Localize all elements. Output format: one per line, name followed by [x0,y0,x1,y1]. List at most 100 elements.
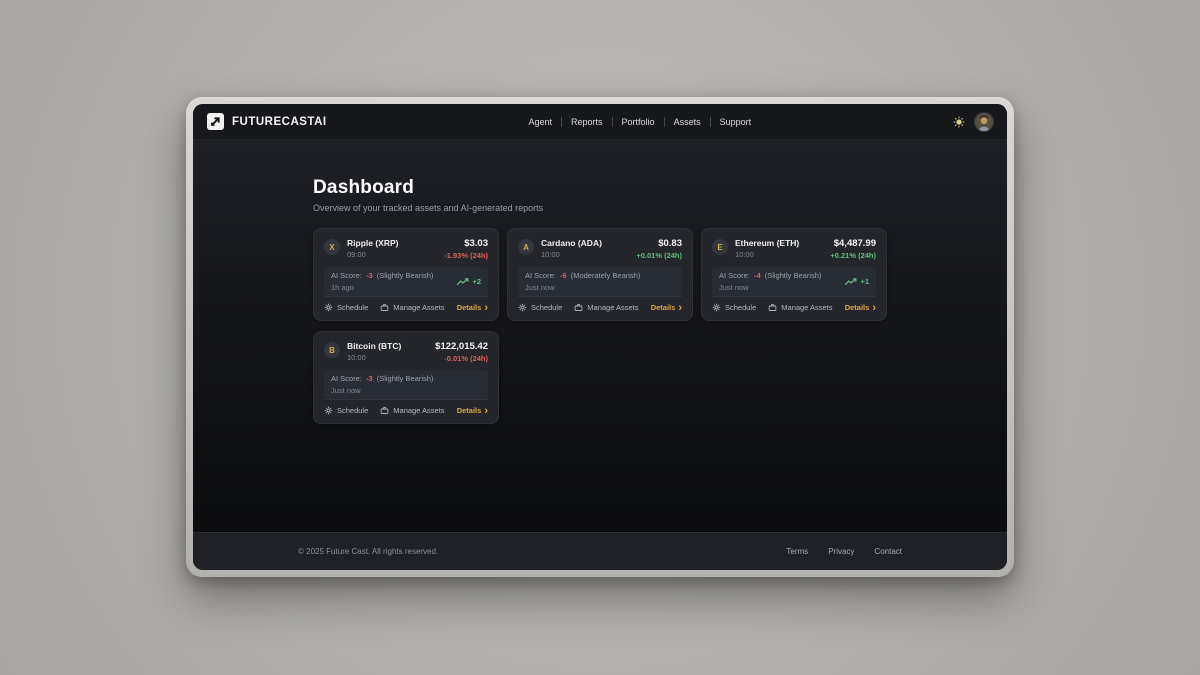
chevron-right-icon: › [484,408,488,414]
gear-icon [324,406,333,415]
main-nav: Agent Reports Portfolio Assets Support [327,117,953,127]
asset-time: 09:00 [347,250,437,259]
details-button[interactable]: Details › [457,406,488,415]
ai-score-label: AI Score: [331,374,362,383]
asset-change: +0.21% (24h) [830,251,876,260]
briefcase-icon [574,303,583,312]
ai-score-value: -4 [752,271,763,280]
briefcase-icon [380,303,389,312]
asset-name: Ethereum (ETH) [735,238,823,248]
top-navigation-bar: FUTURECASTAI Agent Reports Portfolio Ass… [193,104,1007,140]
chevron-right-icon: › [872,305,876,311]
card-actions: Schedule Manage Assets Details › [712,296,876,312]
coin-icon-btc: B [324,342,340,358]
briefcase-icon [768,303,777,312]
chevron-right-icon: › [678,305,682,311]
manage-assets-button[interactable]: Manage Assets [380,406,444,415]
ai-score-panel: AI Score: -3 (Slightly Bearish) 1h ago [324,267,488,296]
ai-updated: Just now [719,283,821,292]
nav-item-portfolio[interactable]: Portfolio [613,117,664,127]
ai-score-panel: AI Score: -3 (Slightly Bearish) Just now [324,370,488,399]
card-header: A Cardano (ADA) 10:00 $0.83 +0.01% (24h) [518,238,682,260]
ai-sentiment: (Slightly Bearish) [377,374,434,383]
ai-score-panel: AI Score: -6 (Moderately Bearish) Just n… [518,267,682,296]
asset-card-grid: X Ripple (XRP) 09:00 $3.03 -1.93% (24h) [313,228,887,424]
ai-score-value: -3 [364,271,375,280]
asset-price: $122,015.42 [435,341,488,352]
trend-badge: +1 [844,277,869,286]
main-content: Dashboard Overview of your tracked asset… [193,140,1007,532]
copyright-text: © 2025 Future Cast. All rights reserved. [298,547,438,556]
schedule-button[interactable]: Schedule [324,303,368,312]
asset-change: +0.01% (24h) [636,251,682,260]
brand-logo-icon [207,113,224,130]
trend-value: +2 [472,277,481,286]
asset-time: 10:00 [735,250,823,259]
trend-value: +1 [860,277,869,286]
manage-assets-button[interactable]: Manage Assets [574,303,638,312]
ai-updated: Just now [525,283,640,292]
gear-icon [324,303,333,312]
asset-change: -1.93% (24h) [444,251,488,260]
trending-up-icon [844,278,857,286]
theme-toggle-sun-icon[interactable] [953,116,965,128]
ai-updated: Just now [331,386,433,395]
details-button[interactable]: Details › [457,303,488,312]
asset-name: Bitcoin (BTC) [347,341,428,351]
ai-score-label: AI Score: [719,271,750,280]
manage-assets-button[interactable]: Manage Assets [380,303,444,312]
topbar-right [953,113,993,131]
nav-item-agent[interactable]: Agent [519,117,561,127]
asset-price: $4,487.99 [830,238,876,249]
app-surface: FUTURECASTAI Agent Reports Portfolio Ass… [193,104,1007,570]
footer-link-contact[interactable]: Contact [874,547,902,556]
coin-icon-ada: A [518,239,534,255]
asset-price: $0.83 [636,238,682,249]
card-header: E Ethereum (ETH) 10:00 $4,487.99 +0.21% … [712,238,876,260]
asset-card-cardano: A Cardano (ADA) 10:00 $0.83 +0.01% (24h) [507,228,693,321]
asset-name: Cardano (ADA) [541,238,629,248]
ai-score-panel: AI Score: -4 (Slightly Bearish) Just now [712,267,876,296]
schedule-button[interactable]: Schedule [324,406,368,415]
asset-card-bitcoin: B Bitcoin (BTC) 10:00 $122,015.42 -0.01%… [313,331,499,424]
brand-name: FUTURECASTAI [232,116,327,128]
nav-item-reports[interactable]: Reports [562,117,612,127]
details-button[interactable]: Details › [651,303,682,312]
ai-sentiment: (Moderately Bearish) [571,271,641,280]
asset-name: Ripple (XRP) [347,238,437,248]
page-title: Dashboard [313,177,887,199]
ai-sentiment: (Slightly Bearish) [765,271,822,280]
nav-item-assets[interactable]: Assets [665,117,710,127]
asset-price: $3.03 [444,238,488,249]
nav-item-support[interactable]: Support [711,117,761,127]
briefcase-icon [380,406,389,415]
schedule-button[interactable]: Schedule [712,303,756,312]
ai-sentiment: (Slightly Bearish) [377,271,434,280]
user-avatar[interactable] [975,113,993,131]
asset-change: -0.01% (24h) [435,354,488,363]
ai-score-value: -6 [558,271,569,280]
asset-card-ripple: X Ripple (XRP) 09:00 $3.03 -1.93% (24h) [313,228,499,321]
coin-icon-eth: E [712,239,728,255]
ai-updated: 1h ago [331,283,433,292]
card-actions: Schedule Manage Assets Details › [324,296,488,312]
gear-icon [518,303,527,312]
manage-assets-button[interactable]: Manage Assets [768,303,832,312]
card-header: X Ripple (XRP) 09:00 $3.03 -1.93% (24h) [324,238,488,260]
page-subtitle: Overview of your tracked assets and AI-g… [313,203,887,213]
trending-up-icon [456,278,469,286]
footer-link-privacy[interactable]: Privacy [828,547,854,556]
card-actions: Schedule Manage Assets Details › [324,399,488,415]
coin-icon-xrp: X [324,239,340,255]
chevron-right-icon: › [484,305,488,311]
asset-time: 10:00 [541,250,629,259]
details-button[interactable]: Details › [845,303,876,312]
schedule-button[interactable]: Schedule [518,303,562,312]
app-footer: © 2025 Future Cast. All rights reserved.… [193,532,1007,570]
footer-link-terms[interactable]: Terms [786,547,808,556]
footer-links: Terms Privacy Contact [786,547,902,556]
card-actions: Schedule Manage Assets Details › [518,296,682,312]
asset-time: 10:00 [347,353,428,362]
trend-badge: +2 [456,277,481,286]
brand[interactable]: FUTURECASTAI [207,113,327,130]
